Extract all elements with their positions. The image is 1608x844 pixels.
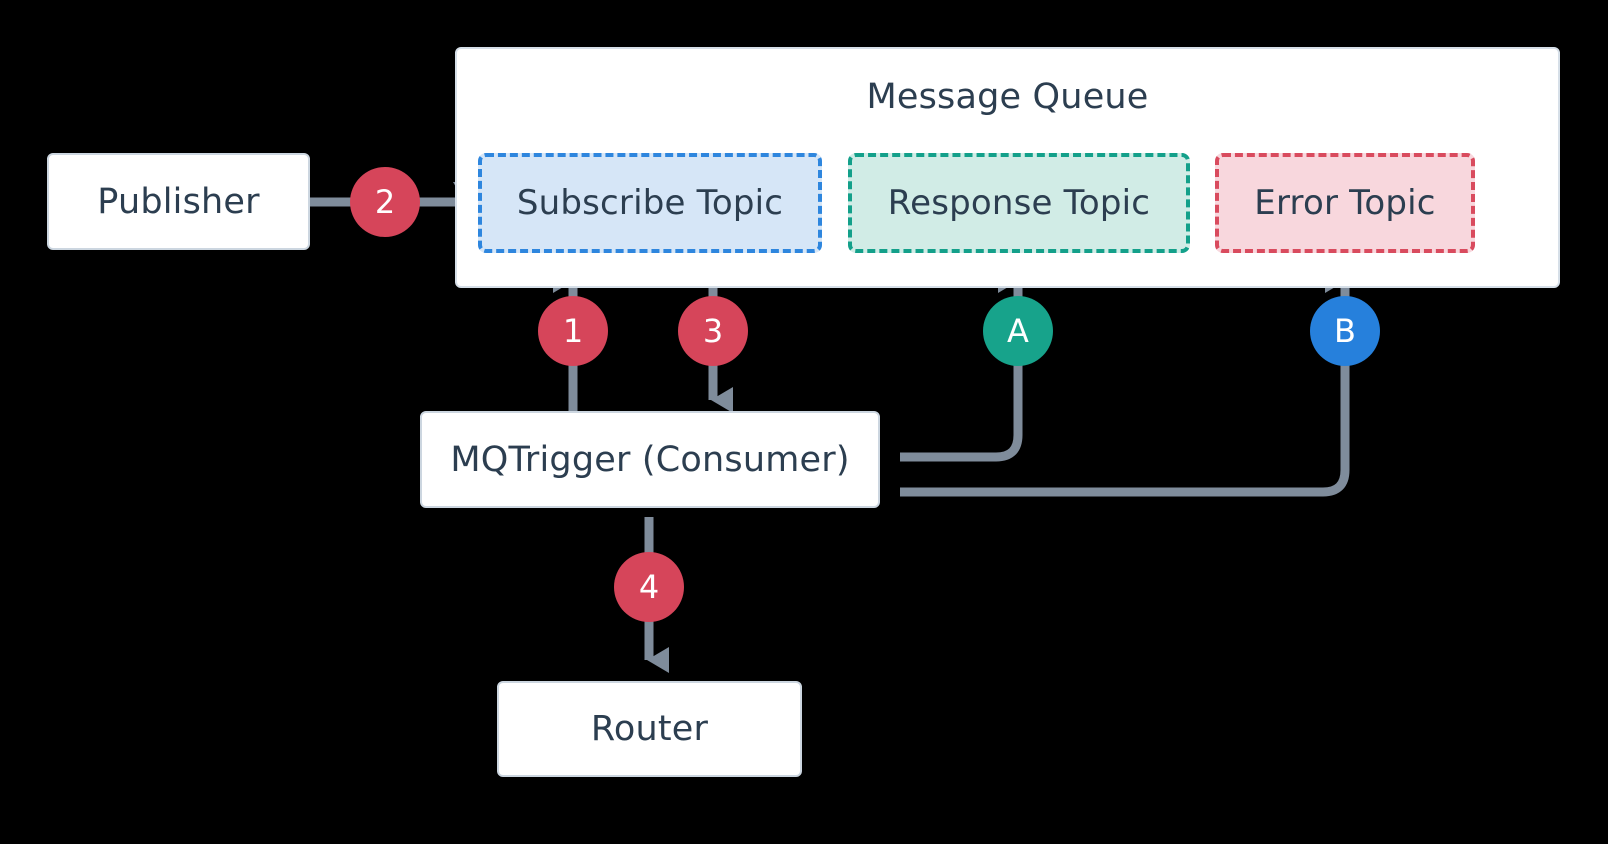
topic-subscribe-label: Subscribe Topic — [516, 183, 784, 223]
node-mqtrigger-label: MQTrigger (Consumer) — [450, 439, 850, 480]
badge-step-3-label: 3 — [702, 312, 724, 350]
message-queue-title: Message Queue — [866, 77, 1149, 117]
badge-step-1[interactable]: 1 — [538, 296, 608, 366]
topic-error[interactable]: Error Topic — [1215, 153, 1475, 253]
topic-error-label: Error Topic — [1254, 183, 1436, 223]
node-router-label: Router — [590, 709, 709, 749]
badge-step-a[interactable]: A — [983, 296, 1053, 366]
node-mqtrigger[interactable]: MQTrigger (Consumer) — [420, 411, 880, 508]
badge-step-a-label: A — [1007, 312, 1029, 350]
badge-step-2-label: 2 — [374, 183, 396, 221]
badge-step-4[interactable]: 4 — [614, 552, 684, 622]
badge-step-4-label: 4 — [638, 568, 660, 606]
badge-step-b-label: B — [1334, 312, 1356, 350]
badge-step-1-label: 1 — [562, 312, 584, 350]
topic-response-label: Response Topic — [887, 183, 1151, 223]
node-router[interactable]: Router — [497, 681, 802, 777]
topic-subscribe[interactable]: Subscribe Topic — [478, 153, 822, 253]
node-publisher[interactable]: Publisher — [47, 153, 310, 250]
badge-step-b[interactable]: B — [1310, 296, 1380, 366]
badge-step-3[interactable]: 3 — [678, 296, 748, 366]
diagram-canvas: Message Queue Subscribe Topic Response T… — [0, 0, 1608, 844]
badge-step-2[interactable]: 2 — [350, 167, 420, 237]
node-publisher-label: Publisher — [97, 181, 260, 222]
topic-response[interactable]: Response Topic — [848, 153, 1190, 253]
